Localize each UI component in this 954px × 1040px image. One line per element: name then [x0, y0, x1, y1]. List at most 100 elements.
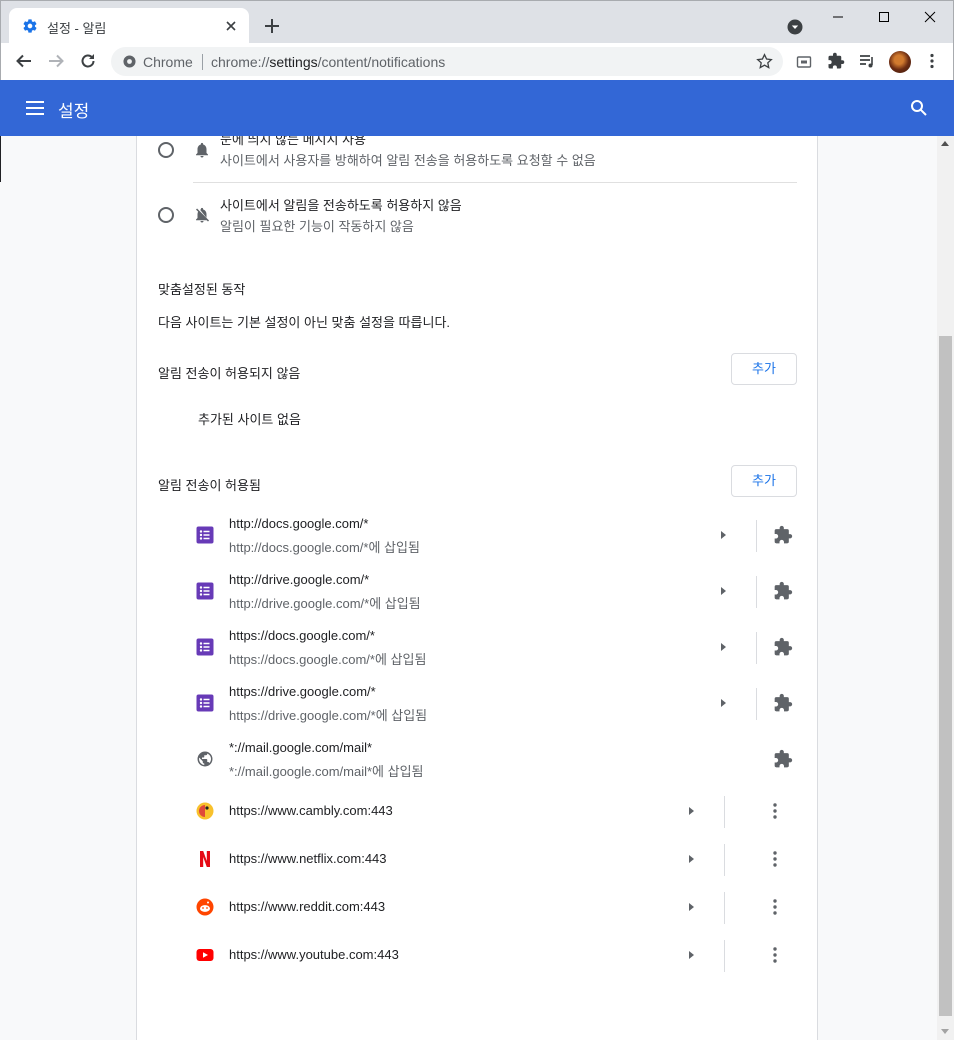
omnibox-separator [202, 54, 203, 70]
more-actions-icon[interactable] [769, 946, 781, 964]
site-embedded-text: https://drive.google.com/*에 삽입됨 [229, 708, 428, 723]
tab-title: 설정 - 알림 [47, 21, 107, 36]
more-actions-icon[interactable] [769, 850, 781, 868]
tab-strip: 설정 - 알림 [0, 0, 954, 44]
arrow-right-icon[interactable] [718, 698, 728, 708]
option-subtitle: 알림이 필요한 기능이 작동하지 않음 [220, 219, 414, 234]
tab-search-icon[interactable] [787, 19, 803, 35]
tab-settings[interactable]: 설정 - 알림 [9, 8, 249, 44]
site-row[interactable]: https://www.youtube.com:443 [137, 932, 819, 980]
radio-block[interactable] [158, 207, 174, 223]
scroll-down-icon[interactable] [941, 1029, 949, 1034]
row-separator [756, 520, 757, 552]
option-block-notifications[interactable]: 사이트에서 알림을 전송하도록 허용하지 않음 알림이 필요한 기능이 작동하지… [137, 185, 819, 245]
new-tab-icon[interactable] [263, 17, 281, 35]
scroll-up-icon[interactable] [941, 141, 949, 146]
add-blocked-button[interactable]: 추가 [731, 353, 797, 385]
radio-quiet[interactable] [158, 142, 174, 158]
site-url: https://www.netflix.com:443 [229, 851, 387, 866]
more-actions-icon[interactable] [769, 898, 781, 916]
extension-puzzle-icon[interactable] [773, 581, 793, 601]
page-info-label[interactable]: Chrome [143, 54, 193, 70]
site-row[interactable]: https://drive.google.com/* https://drive… [137, 676, 819, 732]
option-title: 눈에 띄지 않는 메시지 사용 [220, 136, 367, 147]
netflix-icon [200, 851, 210, 867]
arrow-right-icon[interactable] [718, 642, 728, 652]
settings-header: 설정 [0, 80, 954, 136]
browser-toolbar: Chrome chrome://settings/content/notific… [0, 43, 954, 80]
bell-off-icon [196, 207, 210, 223]
search-icon[interactable] [910, 99, 928, 117]
menu-icon[interactable] [26, 99, 44, 117]
row-separator [724, 796, 725, 828]
arrow-right-icon[interactable] [718, 586, 728, 596]
media-controls-icon[interactable] [858, 52, 876, 70]
scroll-thumb[interactable] [939, 336, 952, 1016]
option-quiet-messaging[interactable]: 눈에 띄지 않는 메시지 사용 사이트에서 사용자를 방해하여 알림 전송을 허… [137, 136, 819, 184]
site-row[interactable]: https://docs.google.com/* https://docs.g… [137, 620, 819, 676]
more-actions-icon[interactable] [769, 802, 781, 820]
extensions-icon[interactable] [827, 52, 845, 70]
close-icon[interactable] [223, 18, 239, 34]
custom-section-description: 다음 사이트는 기본 설정이 아닌 맞춤 설정을 따릅니다. [158, 315, 451, 330]
site-row[interactable]: https://www.netflix.com:443 [137, 836, 819, 884]
site-url: https://docs.google.com/* [229, 628, 375, 643]
site-url: *://mail.google.com/mail* [229, 740, 373, 755]
forms-icon [196, 582, 214, 600]
site-embedded-text: http://drive.google.com/*에 삽입됨 [229, 596, 421, 611]
page-title: 설정 [58, 102, 90, 121]
address-bar[interactable]: Chrome chrome://settings/content/notific… [111, 47, 783, 76]
more-vert-icon[interactable] [923, 52, 941, 70]
maximize-icon[interactable] [875, 9, 893, 25]
site-embedded-text: *://mail.google.com/mail*에 삽입됨 [229, 764, 424, 779]
extension-puzzle-icon[interactable] [773, 693, 793, 713]
bookmark-star-icon[interactable] [756, 53, 773, 70]
site-row[interactable]: https://www.cambly.com:443 [137, 788, 819, 836]
custom-section-title: 맞춤설정된 동작 [158, 282, 246, 297]
reload-icon[interactable] [79, 52, 97, 70]
row-separator [756, 632, 757, 664]
extension-puzzle-icon[interactable] [773, 637, 793, 657]
site-row[interactable]: *://mail.google.com/mail* *://mail.googl… [137, 732, 819, 788]
row-separator [724, 892, 725, 924]
forward-icon[interactable] [47, 52, 65, 70]
minimize-icon[interactable] [829, 9, 847, 25]
arrow-right-icon[interactable] [686, 854, 696, 864]
option-divider [193, 182, 797, 183]
url-text[interactable]: chrome://settings/content/notifications [211, 54, 445, 70]
blocked-section-title: 알림 전송이 허용되지 않음 [158, 366, 301, 381]
row-separator [724, 844, 725, 876]
add-allowed-button[interactable]: 추가 [731, 465, 797, 497]
extension-puzzle-icon[interactable] [773, 525, 793, 545]
arrow-right-icon[interactable] [686, 806, 696, 816]
settings-page: 눈에 띄지 않는 메시지 사용 사이트에서 사용자를 방해하여 알림 전송을 허… [0, 136, 937, 1040]
chrome-icon [123, 55, 136, 68]
bell-icon [196, 142, 208, 158]
youtube-icon [196, 949, 214, 961]
globe-icon [197, 751, 213, 767]
arrow-right-icon[interactable] [686, 902, 696, 912]
site-embedded-text: http://docs.google.com/*에 삽입됨 [229, 540, 420, 555]
site-row[interactable]: http://docs.google.com/* http://docs.goo… [137, 508, 819, 564]
site-url: http://docs.google.com/* [229, 516, 369, 531]
site-url: https://drive.google.com/* [229, 684, 376, 699]
site-row[interactable]: http://drive.google.com/* http://drive.g… [137, 564, 819, 620]
arrow-right-icon[interactable] [686, 950, 696, 960]
allowed-section-title: 알림 전송이 허용됨 [158, 478, 261, 493]
page-scrollbar[interactable] [937, 136, 954, 1040]
site-url: https://www.youtube.com:443 [229, 947, 399, 962]
arrow-right-icon[interactable] [718, 530, 728, 540]
blocked-empty-text: 추가된 사이트 없음 [198, 412, 301, 427]
extension-puzzle-icon[interactable] [773, 749, 793, 769]
profile-avatar[interactable] [889, 51, 911, 73]
window-edge [0, 136, 1, 182]
window-close-icon[interactable] [921, 9, 939, 25]
reddit-icon [196, 898, 214, 916]
forms-icon [196, 694, 214, 712]
option-subtitle: 사이트에서 사용자를 방해하여 알림 전송을 허용하도록 요청할 수 없음 [220, 153, 596, 168]
site-row[interactable]: https://www.reddit.com:443 [137, 884, 819, 932]
back-icon[interactable] [15, 52, 33, 70]
site-url: https://www.cambly.com:443 [229, 803, 393, 818]
site-url: http://drive.google.com/* [229, 572, 370, 587]
cast-icon[interactable] [795, 53, 813, 71]
